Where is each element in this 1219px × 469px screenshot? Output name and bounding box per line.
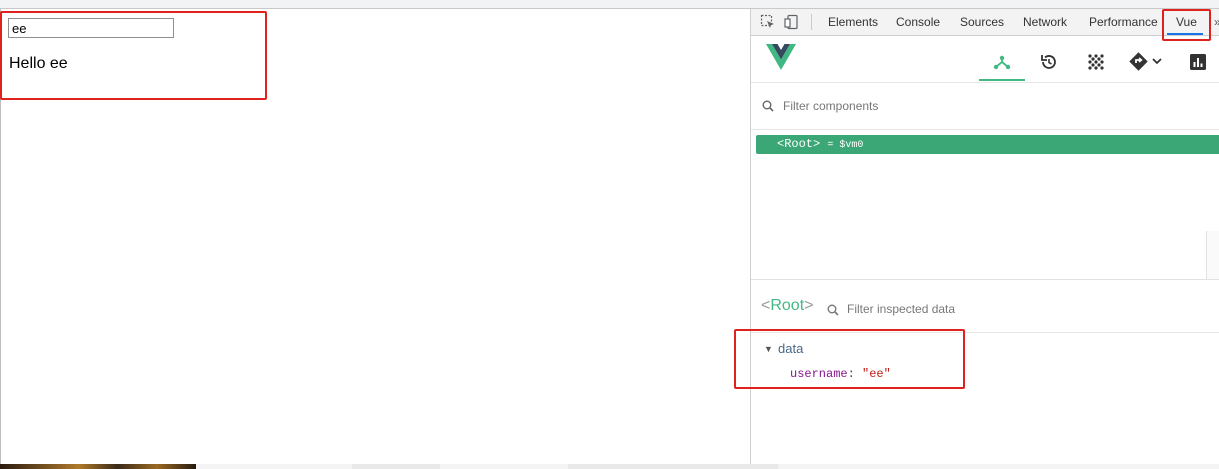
pane-split-divider[interactable] [751,279,1219,280]
history-icon[interactable] [1027,44,1071,80]
filter-components-input[interactable] [781,98,1085,114]
bottom-strip-segment [568,464,778,469]
search-icon [827,303,839,321]
data-property-row[interactable]: username: "ee" [790,367,891,381]
tabs-overflow-button[interactable]: » [1214,15,1219,29]
search-icon [762,99,774,117]
page-viewport [0,9,750,465]
data-section-label[interactable]: data [778,341,803,356]
bottom-strip-segment [352,464,440,469]
root-tag: <Root> [777,137,821,151]
router-icon[interactable] [1119,44,1175,80]
filter-components-bar [751,83,1219,130]
taskbar-thumbnail [0,464,196,469]
tabbar-divider [811,14,812,30]
inspect-element-icon[interactable] [760,14,776,35]
property-key: username [790,367,848,381]
active-tab-indicator [1167,33,1203,35]
pane-scroll-handle[interactable] [1206,231,1219,279]
tab-elements[interactable]: Elements [828,15,878,29]
tab-sources[interactable]: Sources [960,15,1004,29]
tab-network[interactable]: Network [1023,15,1067,29]
inspected-component-title: <Root> [761,297,814,314]
devtools-panel: Elements Console Sources Network Perform… [750,9,1219,465]
filter-inspected-data-input[interactable] [845,301,1049,317]
vuex-icon[interactable] [1074,44,1118,80]
vue-devtools-header [751,36,1219,83]
component-tree-row-root[interactable]: <Root> = $vm0 [756,135,1219,154]
collapse-arrow-icon[interactable]: ▼ [764,344,773,354]
tab-console[interactable]: Console [896,15,940,29]
greeting-text: Hello ee [9,55,68,72]
browser-top-strip [0,0,1219,9]
device-toolbar-icon[interactable] [784,14,800,35]
property-value[interactable]: "ee" [862,367,891,381]
username-input[interactable] [8,18,174,38]
inspector-data-section: ▼ data username: "ee" [751,334,1219,394]
tab-performance[interactable]: Performance [1089,15,1158,29]
inspector-header: <Root> [751,284,1219,333]
property-separator: : [847,367,863,381]
root-vm-ref: = $vm0 [827,140,864,151]
tab-vue[interactable]: Vue [1176,15,1197,29]
vue-logo-icon [766,44,796,75]
components-tab-indicator [979,79,1025,81]
devtools-tabbar: Elements Console Sources Network Perform… [751,9,1219,36]
performance-chart-icon[interactable] [1178,44,1218,80]
components-tree-icon[interactable] [980,44,1024,80]
